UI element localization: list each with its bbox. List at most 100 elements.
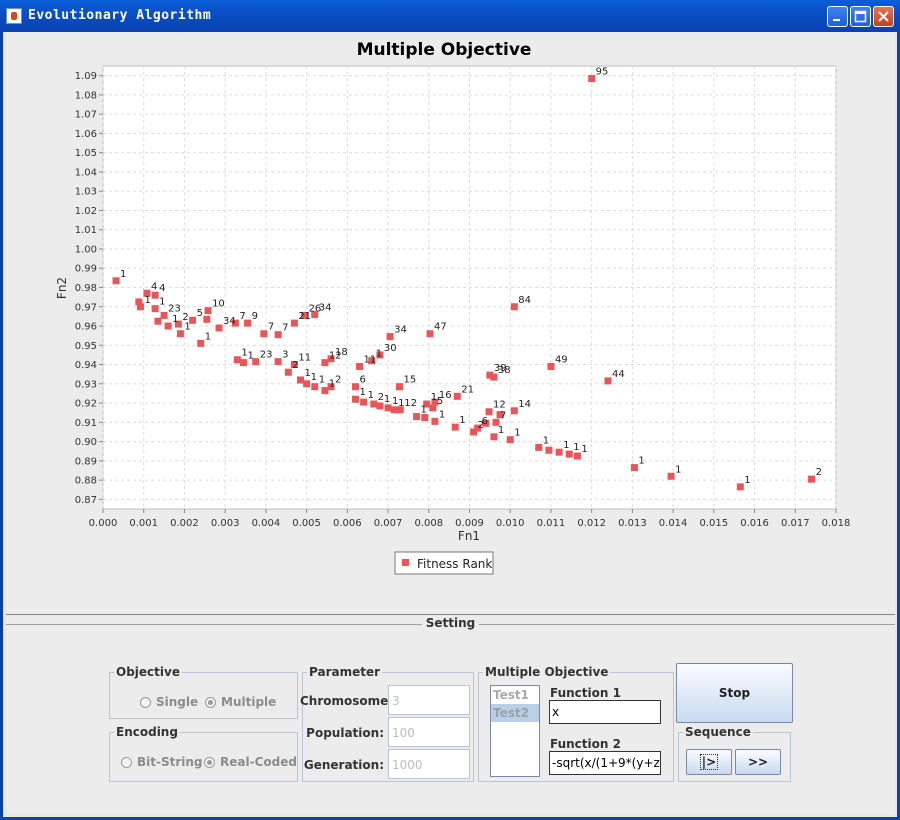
radio-bit-string-label: Bit-String [137,755,203,769]
data-point [431,417,439,425]
multiple-objective-label: Multiple Objective [483,665,611,679]
data-point [311,383,319,391]
x-axis-label: Fn1 [458,529,480,543]
point-label: 47 [434,322,447,333]
point-label: 6 [482,416,488,427]
data-point [376,402,384,410]
point-label: 30 [384,343,397,354]
point-label: 1 [311,372,317,383]
radio-single-indicator[interactable] [140,697,151,708]
encoding-label: Encoding [114,725,180,739]
point-label: 1 [459,415,465,426]
radio-multiple[interactable]: Multiple [205,695,276,709]
y-tick-label: 1.08 [75,90,97,101]
minimize-button[interactable] [827,6,848,27]
point-label: 49 [555,354,568,365]
data-point [321,359,329,367]
y-tick-label: 1.04 [75,167,97,178]
data-point [112,277,120,285]
point-label: 16 [439,390,452,401]
point-label: 23 [260,350,273,361]
legend-marker [402,559,409,566]
data-point [360,398,368,406]
step-button[interactable]: |> [686,749,732,775]
radio-bit-string-indicator[interactable] [121,757,132,768]
point-label: 2 [335,375,341,386]
objective-group: Objective Single Multiple [109,665,298,719]
point-label: 84 [518,295,531,306]
radio-real-coded-indicator[interactable] [204,757,215,768]
point-label: 1 [514,428,520,439]
data-point [667,472,675,480]
data-point [555,448,563,456]
sequence-label: Sequence [683,725,753,739]
point-label: 2 [816,467,822,478]
point-label: 1 [172,314,178,325]
point-label: 1 [744,475,750,486]
legend: Fitness Rank [394,551,494,575]
legend-label: Fitness Rank [417,557,492,571]
point-label: 1 [573,442,579,453]
test-list-item-test1[interactable]: Test1 [491,686,539,704]
function2-input[interactable]: -sqrt(x/(1+9*(y+z)))) [549,751,661,775]
point-label: 34 [223,316,236,327]
data-point [303,380,311,388]
radio-bit-string[interactable]: Bit-String [121,755,203,769]
x-tick-label: 0.018 [822,518,851,529]
point-label: 38 [498,365,511,376]
data-point [274,331,282,339]
chart-title: Multiple Objective [357,40,532,60]
point-label: 7 [500,410,506,421]
point-label: 1 [563,440,569,451]
data-point [451,423,459,431]
point-label: 18 [335,347,348,358]
y-tick-label: 0.99 [75,264,97,275]
data-point [384,404,392,412]
generation-field[interactable]: 1000 [388,749,470,779]
point-label: 1 [675,464,681,475]
x-tick-label: 0.004 [252,518,281,529]
data-point [151,291,159,299]
stop-button[interactable]: Stop [676,663,793,723]
population-field[interactable]: 100 [388,717,470,747]
data-point [453,392,461,400]
y-tick-label: 1.05 [75,148,97,159]
data-point [604,377,612,385]
function1-input[interactable]: x [549,700,661,724]
data-point [239,359,247,367]
x-tick-label: 0.014 [659,518,688,529]
point-label: 44 [612,369,625,380]
objective-label: Objective [114,665,182,679]
fast-forward-button[interactable]: >> [735,749,781,775]
scatter-chart: Multiple Objective 0.000 0.001 0.002 0.003 0… [55,40,851,575]
y-tick-label: 0.87 [75,495,97,506]
point-label: 6 [359,375,365,386]
point-label: 15 [403,375,416,386]
data-point [630,464,638,472]
data-point [203,315,211,323]
window-title: Evolutionary Algorithm [28,8,212,23]
close-button[interactable] [873,6,894,27]
test-list-item-test2[interactable]: Test2 [491,704,539,722]
point-label: 1 [543,435,549,446]
point-label: 1 [144,295,150,306]
point-label: 1 [498,425,504,436]
point-label: 7 [239,311,245,322]
data-point [233,356,241,364]
test-list[interactable]: Test1 Test2 [490,685,540,777]
radio-real-coded[interactable]: Real-Coded [204,755,297,769]
y-tick-label: 1.09 [75,71,97,82]
point-label: 1 [359,387,365,398]
title-bar[interactable]: Evolutionary Algorithm [0,0,900,32]
app-icon[interactable] [6,8,22,24]
x-tick-label: 0.008 [414,518,443,529]
data-point [386,333,394,341]
data-point [164,322,172,330]
y-tick-label: 0.94 [75,360,97,371]
radio-multiple-indicator[interactable] [205,697,216,708]
data-point [151,305,159,313]
data-point [321,387,329,395]
chromosome-field[interactable]: 3 [388,685,470,715]
radio-single[interactable]: Single [140,695,198,709]
maximize-button[interactable] [850,6,871,27]
